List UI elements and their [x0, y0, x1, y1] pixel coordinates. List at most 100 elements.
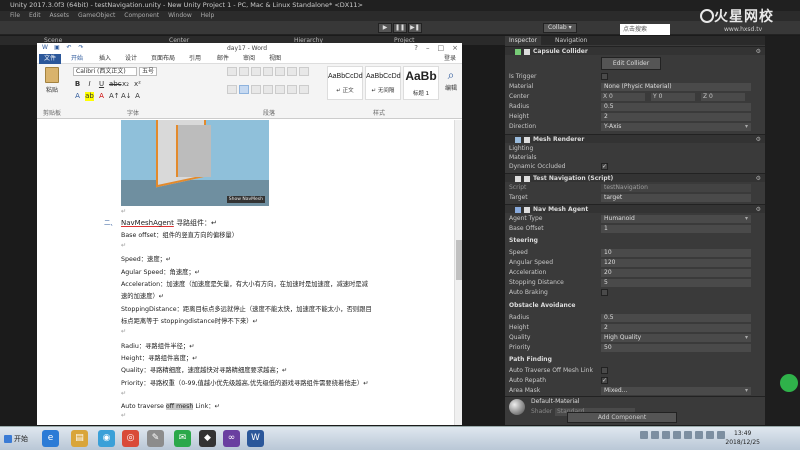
stopping-distance-field[interactable]: 5	[601, 278, 751, 287]
search-overlay-input[interactable]: 点击搜索	[620, 24, 670, 35]
font-color-icon[interactable]: A	[97, 92, 106, 101]
word-icon[interactable]: W	[247, 430, 264, 447]
auto-braking-checkbox[interactable]	[601, 289, 608, 296]
tab-insert[interactable]: 插入	[99, 54, 111, 64]
increase-indent-icon[interactable]	[275, 67, 285, 76]
auto-traverse-checkbox[interactable]	[601, 367, 608, 374]
maximize-icon[interactable]: □	[438, 43, 445, 54]
justify-icon[interactable]	[263, 85, 273, 94]
tab-file[interactable]: 文件	[39, 54, 61, 64]
document-area[interactable]: Show NavMesh ↵ 二、 NavMeshAgent 寻路组件：↵ Ba…	[37, 120, 462, 425]
edit-collider-button[interactable]: Edit Collider	[601, 57, 661, 70]
font-name-select[interactable]: Calibri (西文正文)	[73, 67, 137, 76]
collab-button[interactable]: Collab ▾	[543, 23, 577, 33]
step-button[interactable]: ▶❚	[408, 23, 422, 33]
menu-help[interactable]: Help	[201, 12, 215, 19]
show-marks-icon[interactable]	[299, 67, 309, 76]
play-button[interactable]: ▶	[378, 23, 392, 33]
enable-checkbox[interactable]	[524, 48, 530, 55]
priority-field[interactable]: 50	[601, 343, 751, 352]
center-y-field[interactable]: Y 0	[651, 92, 695, 101]
height-field[interactable]: 2	[601, 112, 751, 121]
speed-field[interactable]: 10	[601, 248, 751, 257]
align-right-icon[interactable]	[251, 85, 261, 94]
font-size-select[interactable]: 五号	[139, 67, 157, 76]
oa-radius-field[interactable]: 0.5	[601, 313, 751, 322]
tab-references[interactable]: 引用	[189, 54, 201, 64]
document-scrollbar[interactable]	[454, 120, 462, 425]
save-icon[interactable]: ▣	[53, 44, 61, 52]
agent-type-dropdown[interactable]: Humanoid	[601, 214, 751, 223]
menu-component[interactable]: Component	[124, 12, 159, 19]
is-trigger-checkbox[interactable]	[601, 73, 608, 80]
target-field[interactable]: target	[601, 193, 751, 202]
acceleration-field[interactable]: 20	[601, 268, 751, 277]
base-offset-field[interactable]: 1	[601, 224, 751, 233]
numbering-icon[interactable]	[239, 67, 249, 76]
chrome-icon[interactable]: ◎	[122, 430, 139, 447]
enable-checkbox[interactable]	[524, 136, 530, 143]
tab-review[interactable]: 审阅	[243, 54, 255, 64]
start-button[interactable]: 开始	[2, 430, 36, 448]
tray-icon[interactable]	[684, 431, 692, 439]
paste-button[interactable]: 粘贴	[41, 67, 63, 103]
style-no-spacing[interactable]: AaBbCcDd ↵ 无间隔	[365, 66, 401, 100]
help-icon[interactable]: ?	[414, 43, 418, 54]
clock[interactable]: 13:49 2018/12/25	[725, 429, 760, 447]
oa-height-field[interactable]: 2	[601, 323, 751, 332]
auto-repath-checkbox[interactable]: ✓	[601, 377, 608, 384]
dynamic-occluded-checkbox[interactable]: ✓	[601, 163, 608, 170]
ie-icon[interactable]: e	[42, 430, 59, 447]
undo-icon[interactable]: ↶	[65, 44, 73, 52]
tray-icon[interactable]	[640, 431, 648, 439]
strikethrough-icon[interactable]: abc	[109, 80, 122, 89]
tray-icon[interactable]	[662, 431, 670, 439]
tray-icon[interactable]	[695, 431, 703, 439]
quality-dropdown[interactable]: High Quality	[601, 333, 751, 342]
menu-file[interactable]: File	[10, 12, 20, 19]
menu-window[interactable]: Window	[168, 12, 192, 19]
area-mask-dropdown[interactable]: Mixed...	[601, 386, 751, 395]
document-page[interactable]: Show NavMesh ↵ 二、 NavMeshAgent 寻路组件：↵ Ba…	[94, 120, 454, 425]
highlight-icon[interactable]: ab	[85, 92, 94, 101]
menu-gameobject[interactable]: GameObject	[78, 12, 115, 19]
tab-inspector[interactable]: Inspector	[505, 36, 541, 45]
center-x-field[interactable]: X 0	[601, 92, 645, 101]
radius-field[interactable]: 0.5	[601, 102, 751, 111]
edit-button[interactable]: ⌕ 编辑	[439, 68, 463, 92]
superscript-icon[interactable]: x²	[133, 80, 142, 89]
multilevel-icon[interactable]	[251, 67, 261, 76]
test-navigation-header[interactable]: Test Navigation (Script) ⚙	[505, 173, 765, 182]
bullets-icon[interactable]	[227, 67, 237, 76]
tools-icon[interactable]: ✎	[147, 430, 164, 447]
enable-checkbox[interactable]	[524, 206, 530, 213]
add-component-button[interactable]: Add Component	[567, 412, 677, 423]
subscript-icon[interactable]: x₂	[121, 80, 130, 89]
prop-lighting[interactable]: Lighting	[505, 144, 765, 153]
wechat-icon[interactable]: ✉	[174, 430, 191, 447]
shading-icon[interactable]	[299, 85, 309, 94]
bold-icon[interactable]: B	[73, 80, 82, 89]
nav-mesh-agent-header[interactable]: Nav Mesh Agent ⚙	[505, 204, 765, 213]
style-normal[interactable]: AaBbCcDd ↵ 正文	[327, 66, 363, 100]
font-size-down-icon[interactable]: A↓	[121, 92, 132, 101]
enable-checkbox[interactable]	[524, 175, 530, 182]
folder-icon[interactable]: ▤	[71, 430, 88, 447]
tray-icon[interactable]	[651, 431, 659, 439]
gear-icon[interactable]: ⚙	[756, 174, 761, 183]
scrollbar-thumb[interactable]	[456, 240, 462, 280]
qq-icon[interactable]: ◉	[98, 430, 115, 447]
menu-edit[interactable]: Edit	[29, 12, 41, 19]
italic-icon[interactable]: I	[85, 80, 94, 89]
visualstudio-icon[interactable]: ∞	[223, 430, 240, 447]
sort-icon[interactable]	[287, 67, 297, 76]
tab-view[interactable]: 视图	[269, 54, 281, 64]
pause-button[interactable]: ❚❚	[393, 23, 407, 33]
green-bubble-icon[interactable]	[780, 374, 798, 392]
mesh-renderer-header[interactable]: Mesh Renderer ⚙	[505, 134, 765, 143]
prop-materials[interactable]: Materials	[505, 153, 765, 162]
tray-icon[interactable]	[706, 431, 714, 439]
tray-icon[interactable]	[673, 431, 681, 439]
login-link[interactable]: 登录	[444, 54, 456, 64]
minimize-icon[interactable]: –	[426, 43, 430, 54]
